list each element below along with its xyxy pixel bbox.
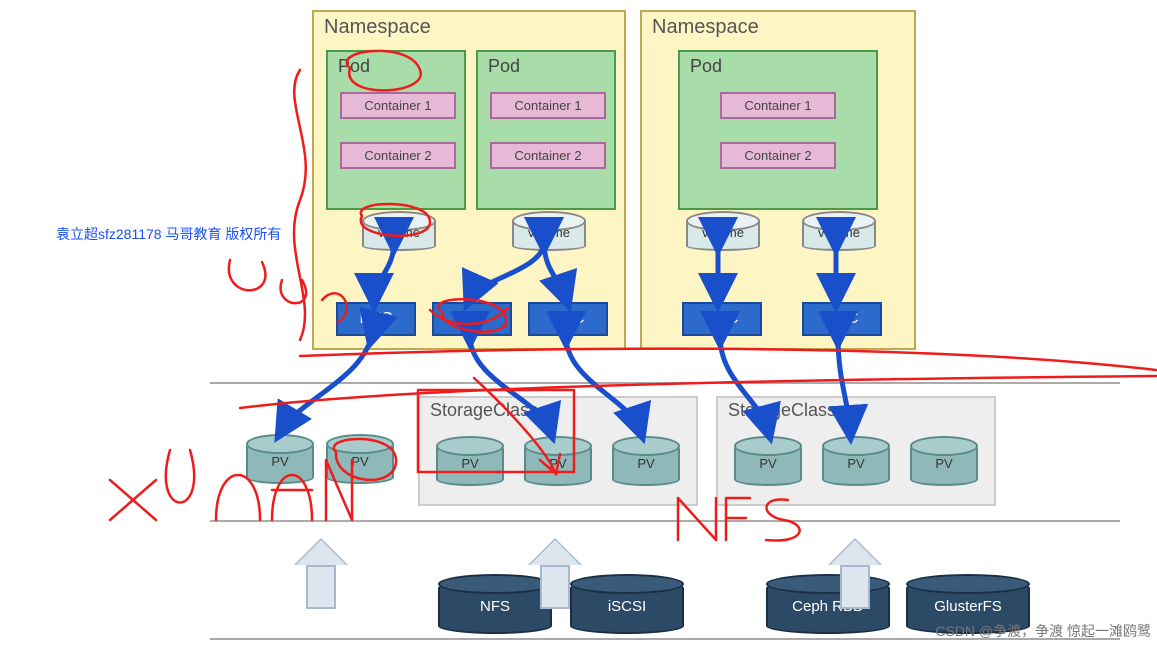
- sc1-pv-1-label: PV: [438, 456, 502, 471]
- backend-iscsi-label: iSCSI: [572, 598, 682, 615]
- pod-2-title: Pod: [488, 56, 520, 77]
- sc1-pv-2: PV: [524, 442, 592, 486]
- storageclass-2-title: StorageClass: [728, 400, 836, 421]
- pvc-4: PVC: [682, 302, 762, 336]
- volume-3-label: volume: [688, 225, 758, 240]
- pv-standalone-2-label: PV: [328, 454, 392, 469]
- hline-middle: [210, 520, 1120, 522]
- pv-standalone-1-label: PV: [248, 454, 312, 469]
- volume-3: volume: [686, 217, 760, 251]
- volume-2: volume: [512, 217, 586, 251]
- pod-3-container-2: Container 2: [720, 142, 836, 169]
- sc2-pv-2-label: PV: [824, 456, 888, 471]
- sc2-pv-1-label: PV: [736, 456, 800, 471]
- sc2-pv-1: PV: [734, 442, 802, 486]
- pvc-1: PVC: [336, 302, 416, 336]
- sc2-pv-3-label: PV: [912, 456, 976, 471]
- volume-1: volume: [362, 217, 436, 251]
- up-arrow-left: [296, 540, 346, 609]
- storageclass-1: StorageClass PV PV PV: [418, 396, 698, 506]
- sc2-pv-2: PV: [822, 442, 890, 486]
- namespace-2: Namespace Pod Container 1 Container 2 vo…: [640, 10, 916, 350]
- pod-1-container-1: Container 1: [340, 92, 456, 119]
- up-arrow-right: [830, 540, 880, 609]
- pod-3: Pod Container 1 Container 2: [678, 50, 878, 210]
- namespace-2-title: Namespace: [652, 16, 759, 39]
- pvc-2: PVC: [432, 302, 512, 336]
- namespace-1: Namespace Pod Container 1 Container 2 Po…: [312, 10, 626, 350]
- pod-3-title: Pod: [690, 56, 722, 77]
- pod-2-container-1: Container 1: [490, 92, 606, 119]
- volume-4-label: volume: [804, 225, 874, 240]
- watermark-text: 袁立超sfz281178 马哥教育 版权所有: [56, 224, 281, 244]
- sc1-pv-3: PV: [612, 442, 680, 486]
- pvc-5: PVC: [802, 302, 882, 336]
- backend-glusterfs-label: GlusterFS: [908, 598, 1028, 615]
- pvc-3: PVC: [528, 302, 608, 336]
- pv-standalone-1: PV: [246, 440, 314, 484]
- volume-2-label: volume: [514, 225, 584, 240]
- pod-2: Pod Container 1 Container 2: [476, 50, 616, 210]
- pv-standalone-2: PV: [326, 440, 394, 484]
- sc1-pv-1: PV: [436, 442, 504, 486]
- volume-4: volume: [802, 217, 876, 251]
- volume-1-label: volume: [364, 225, 434, 240]
- storageclass-1-title: StorageClass: [430, 400, 538, 421]
- pod-2-container-2: Container 2: [490, 142, 606, 169]
- up-arrow-mid: [530, 540, 580, 609]
- diagram-canvas: Namespace Pod Container 1 Container 2 Po…: [0, 0, 1157, 645]
- storageclass-2: StorageClass PV PV PV: [716, 396, 996, 506]
- pod-1: Pod Container 1 Container 2: [326, 50, 466, 210]
- pod-1-container-2: Container 2: [340, 142, 456, 169]
- sc2-pv-3: PV: [910, 442, 978, 486]
- sc1-pv-3-label: PV: [614, 456, 678, 471]
- pod-1-title: Pod: [338, 56, 370, 77]
- backend-iscsi: iSCSI: [570, 580, 684, 634]
- pod-3-container-1: Container 1: [720, 92, 836, 119]
- sc1-pv-2-label: PV: [526, 456, 590, 471]
- hline-upper: [210, 382, 1120, 384]
- csdn-watermark: CSDN @争渡，争渡 惊起一滩鸥鹭: [935, 621, 1151, 641]
- namespace-1-title: Namespace: [324, 16, 431, 39]
